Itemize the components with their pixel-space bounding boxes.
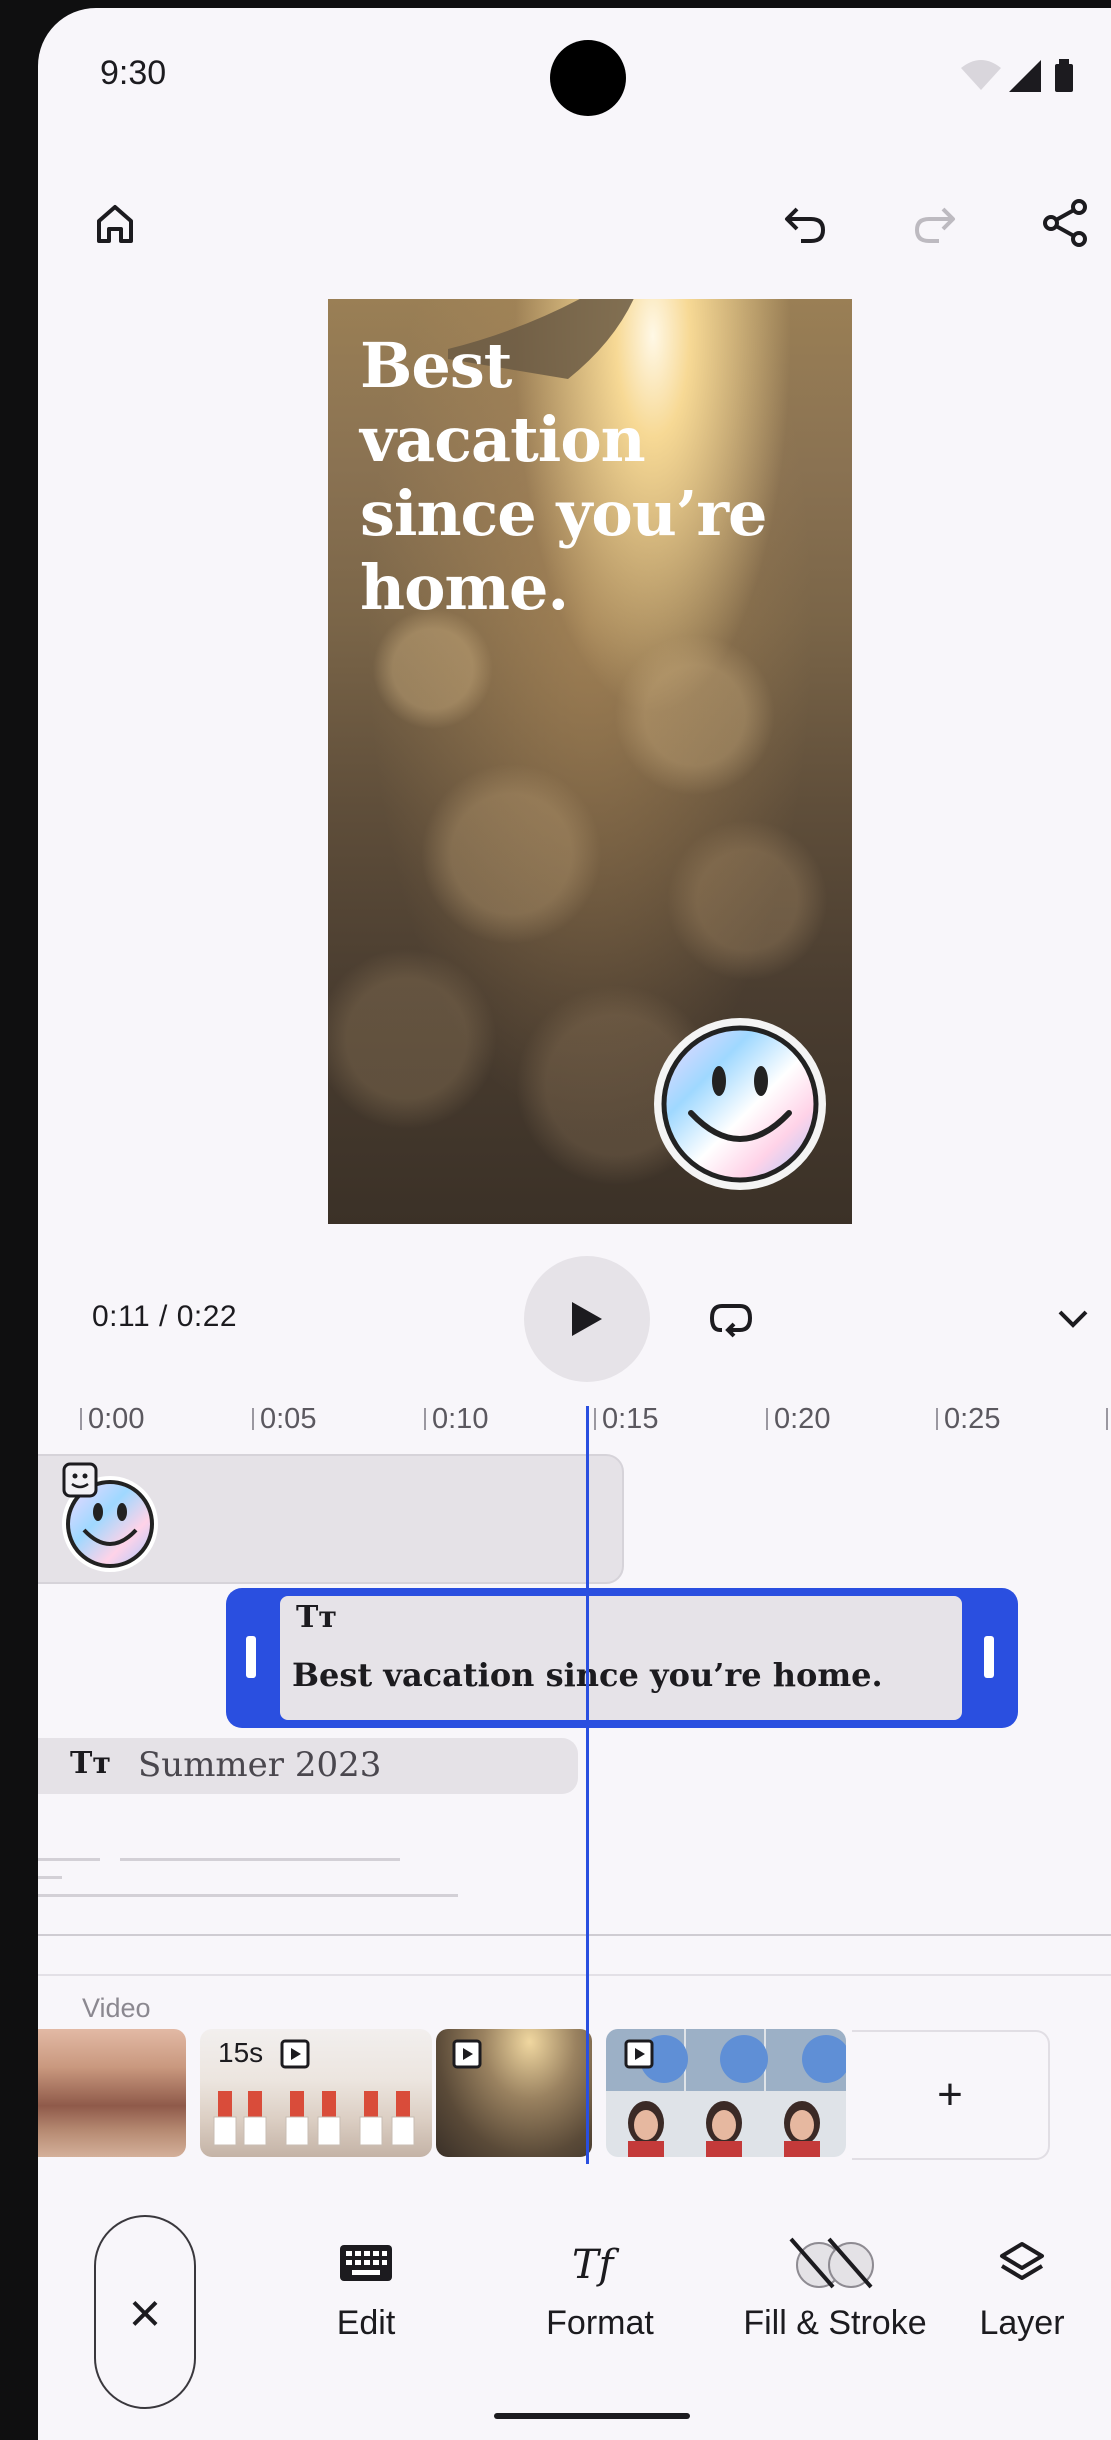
redo-button[interactable]: [900, 188, 970, 258]
fill-stroke-icon: [789, 2237, 874, 2289]
redo-icon: [914, 207, 955, 243]
preview-headline-text[interactable]: Best vacation since you’re home.: [360, 329, 780, 625]
text-type-icon: Tт: [296, 1600, 337, 1635]
collapse-button[interactable]: [1038, 1284, 1108, 1354]
loop-icon: [709, 1304, 753, 1338]
add-clip-button[interactable]: +: [852, 2030, 1050, 2160]
undo-button[interactable]: [770, 188, 840, 258]
status-time: 9:30: [100, 54, 167, 92]
status-icons: [961, 59, 1073, 92]
clip-duration-badge: 15s: [218, 2037, 264, 2068]
close-icon: ×: [128, 2280, 162, 2344]
tool-fill-stroke[interactable]: Fill & Stroke: [735, 2228, 935, 2368]
signal-icon: [1009, 60, 1041, 92]
audio-track-line: [120, 1858, 400, 1861]
tool-edit[interactable]: Edit: [266, 2228, 466, 2368]
playback-time: 0:11 / 0:22: [92, 1300, 237, 1334]
total-time: 0:22: [176, 1300, 238, 1333]
trim-handle-left[interactable]: [246, 1636, 256, 1678]
smiley-sticker-icon[interactable]: [651, 1015, 829, 1193]
sticker-badge-icon: [62, 1462, 98, 1498]
track-divider: [38, 1974, 1111, 1976]
chevron-down-icon: [1058, 1310, 1088, 1328]
time-separator: /: [150, 1300, 177, 1333]
play-button[interactable]: [524, 1256, 650, 1382]
video-clip-4[interactable]: [606, 2029, 846, 2157]
tool-layer[interactable]: Layer: [932, 2228, 1111, 2368]
loop-button[interactable]: [696, 1284, 766, 1354]
battery-icon: [1055, 64, 1073, 92]
ruler-tick: 0:10: [432, 1403, 489, 1435]
video-preview[interactable]: Best vacation since you’re home.: [328, 299, 852, 1224]
home-button[interactable]: [80, 188, 150, 258]
tool-format-label: Format: [546, 2304, 654, 2342]
current-time: 0:11: [92, 1300, 151, 1333]
undo-icon: [785, 207, 826, 243]
text-format-icon: Tf: [572, 2242, 620, 2288]
track-divider: [38, 1934, 1111, 1936]
video-clip-1[interactable]: [38, 2029, 186, 2157]
home-indicator[interactable]: [494, 2413, 690, 2419]
audio-track-line: [38, 1876, 62, 1879]
ruler-tick: 0:25: [944, 1403, 1001, 1435]
video-clip-icon: [452, 2039, 482, 2069]
svg-text:Tf: Tf: [572, 2242, 620, 2288]
wifi-icon: [961, 60, 1001, 90]
tool-fill-stroke-label: Fill & Stroke: [743, 2304, 927, 2342]
share-button[interactable]: [1030, 188, 1100, 258]
home-icon: [97, 205, 133, 243]
plus-icon: +: [937, 2070, 963, 2119]
ruler-tick: 0:00: [88, 1403, 145, 1435]
audio-track-line: [38, 1858, 100, 1861]
camera-cutout: [550, 40, 626, 116]
layers-icon: [1000, 2242, 1044, 2280]
close-button[interactable]: ×: [94, 2215, 196, 2409]
video-clip-2[interactable]: 15s: [200, 2029, 432, 2157]
share-icon: [1043, 199, 1087, 247]
tool-edit-label: Edit: [336, 2304, 396, 2342]
audio-track-line: [38, 1894, 458, 1897]
trim-handle-right[interactable]: [984, 1636, 994, 1678]
text-track-clip-label: Summer 2023: [138, 1745, 382, 1785]
video-track-label: Video: [82, 1993, 151, 2023]
ruler-tick: 0:20: [774, 1403, 831, 1435]
ruler-tick: 0:15: [602, 1403, 659, 1435]
tool-format[interactable]: Tf Format: [500, 2228, 700, 2368]
text-type-icon: Tт: [70, 1746, 111, 1781]
play-icon: [572, 1302, 602, 1336]
video-clip-3[interactable]: [436, 2029, 592, 2157]
ruler-tick: 0:05: [260, 1403, 317, 1435]
phone-screen: 9:30 Best vacation since you’re home. 0:…: [38, 8, 1111, 2440]
video-clip-icon: [280, 2039, 310, 2069]
tool-layer-label: Layer: [979, 2304, 1065, 2342]
keyboard-icon: [340, 2245, 392, 2281]
playhead[interactable]: [586, 1406, 589, 2164]
video-clip-icon: [624, 2039, 654, 2069]
